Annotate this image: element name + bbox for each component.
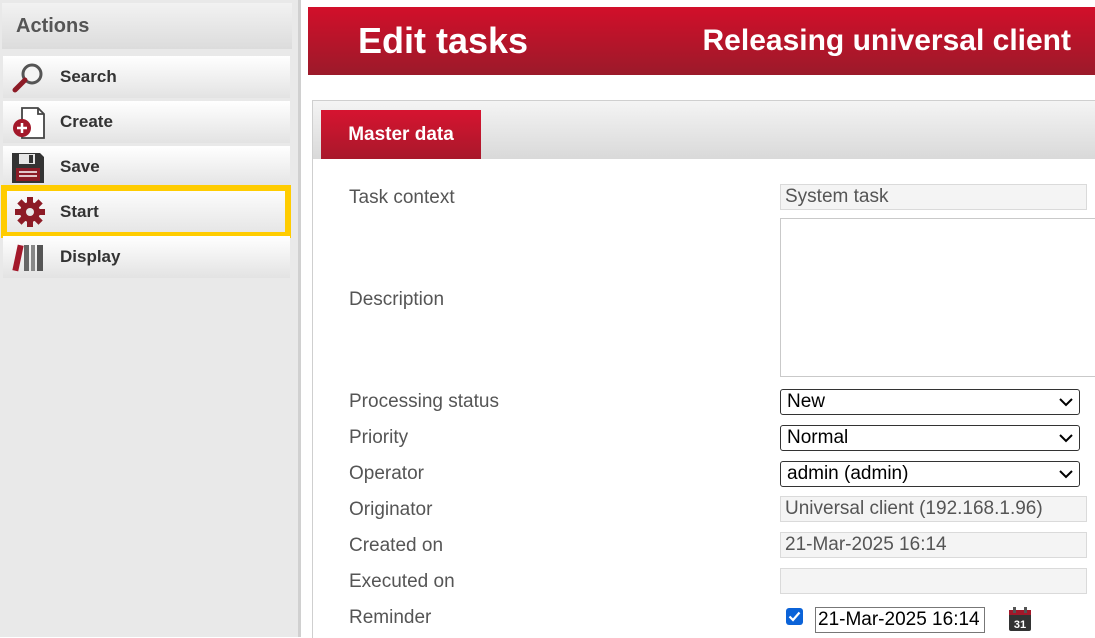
- page-subtitle: Releasing universal client: [702, 24, 1071, 57]
- executed-on-field: [780, 568, 1087, 594]
- processing-status-select[interactable]: New: [780, 389, 1080, 415]
- created-on-field: 21-Mar-2025 16:14: [780, 532, 1087, 558]
- processing-status-label: Processing status: [349, 391, 499, 412]
- save-button[interactable]: Save: [3, 146, 290, 188]
- operator-value: admin (admin): [787, 463, 909, 484]
- operator-select[interactable]: admin (admin): [780, 461, 1080, 487]
- search-label: Search: [60, 67, 117, 86]
- calendar-icon[interactable]: 31: [1008, 606, 1032, 632]
- reminder-label: Reminder: [349, 607, 432, 628]
- priority-value: Normal: [787, 427, 849, 448]
- create-document-icon: [10, 106, 46, 140]
- display-label: Display: [60, 247, 121, 266]
- save-icon: [10, 151, 46, 185]
- start-button[interactable]: Start: [1, 185, 291, 238]
- description-textarea[interactable]: [780, 218, 1095, 377]
- originator-label: Originator: [349, 499, 433, 520]
- task-context-field: System task: [780, 184, 1087, 210]
- priority-label: Priority: [349, 427, 409, 448]
- display-books-icon: [10, 241, 46, 275]
- task-context-label: Task context: [349, 187, 455, 208]
- page-header-banner: Edit tasks Releasing universal client: [308, 7, 1095, 75]
- created-on-label: Created on: [349, 535, 444, 556]
- processing-status-value: New: [787, 391, 826, 412]
- chevron-down-icon: [1059, 470, 1073, 479]
- save-label: Save: [60, 157, 100, 176]
- search-button[interactable]: Search: [3, 56, 290, 98]
- originator-field: Universal client (192.168.1.96): [780, 496, 1087, 522]
- sidebar-divider: [298, 0, 301, 637]
- start-label: Start: [60, 202, 99, 221]
- actions-header: Actions: [2, 3, 292, 49]
- calendar-day: 31: [1014, 619, 1026, 631]
- gear-icon: [13, 196, 49, 230]
- description-label: Description: [349, 289, 445, 310]
- create-label: Create: [60, 112, 113, 131]
- actions-sidebar: Actions Search Create Save Start Display: [0, 0, 298, 637]
- chevron-down-icon: [1059, 398, 1073, 407]
- search-icon: [10, 61, 46, 95]
- operator-label: Operator: [349, 463, 424, 484]
- reminder-date-input[interactable]: 21-Mar-2025 16:14: [815, 607, 985, 633]
- priority-select[interactable]: Normal: [780, 425, 1080, 451]
- reminder-checkbox[interactable]: [786, 608, 803, 625]
- page-title: Edit tasks: [358, 20, 529, 61]
- executed-on-label: Executed on: [349, 571, 455, 592]
- tab-master-data[interactable]: Master data: [321, 110, 481, 159]
- chevron-down-icon: [1059, 434, 1073, 443]
- create-button[interactable]: Create: [3, 101, 290, 143]
- display-button[interactable]: Display: [3, 236, 290, 278]
- tab-strip: Master data: [313, 101, 1095, 159]
- checkmark-icon: [788, 611, 801, 622]
